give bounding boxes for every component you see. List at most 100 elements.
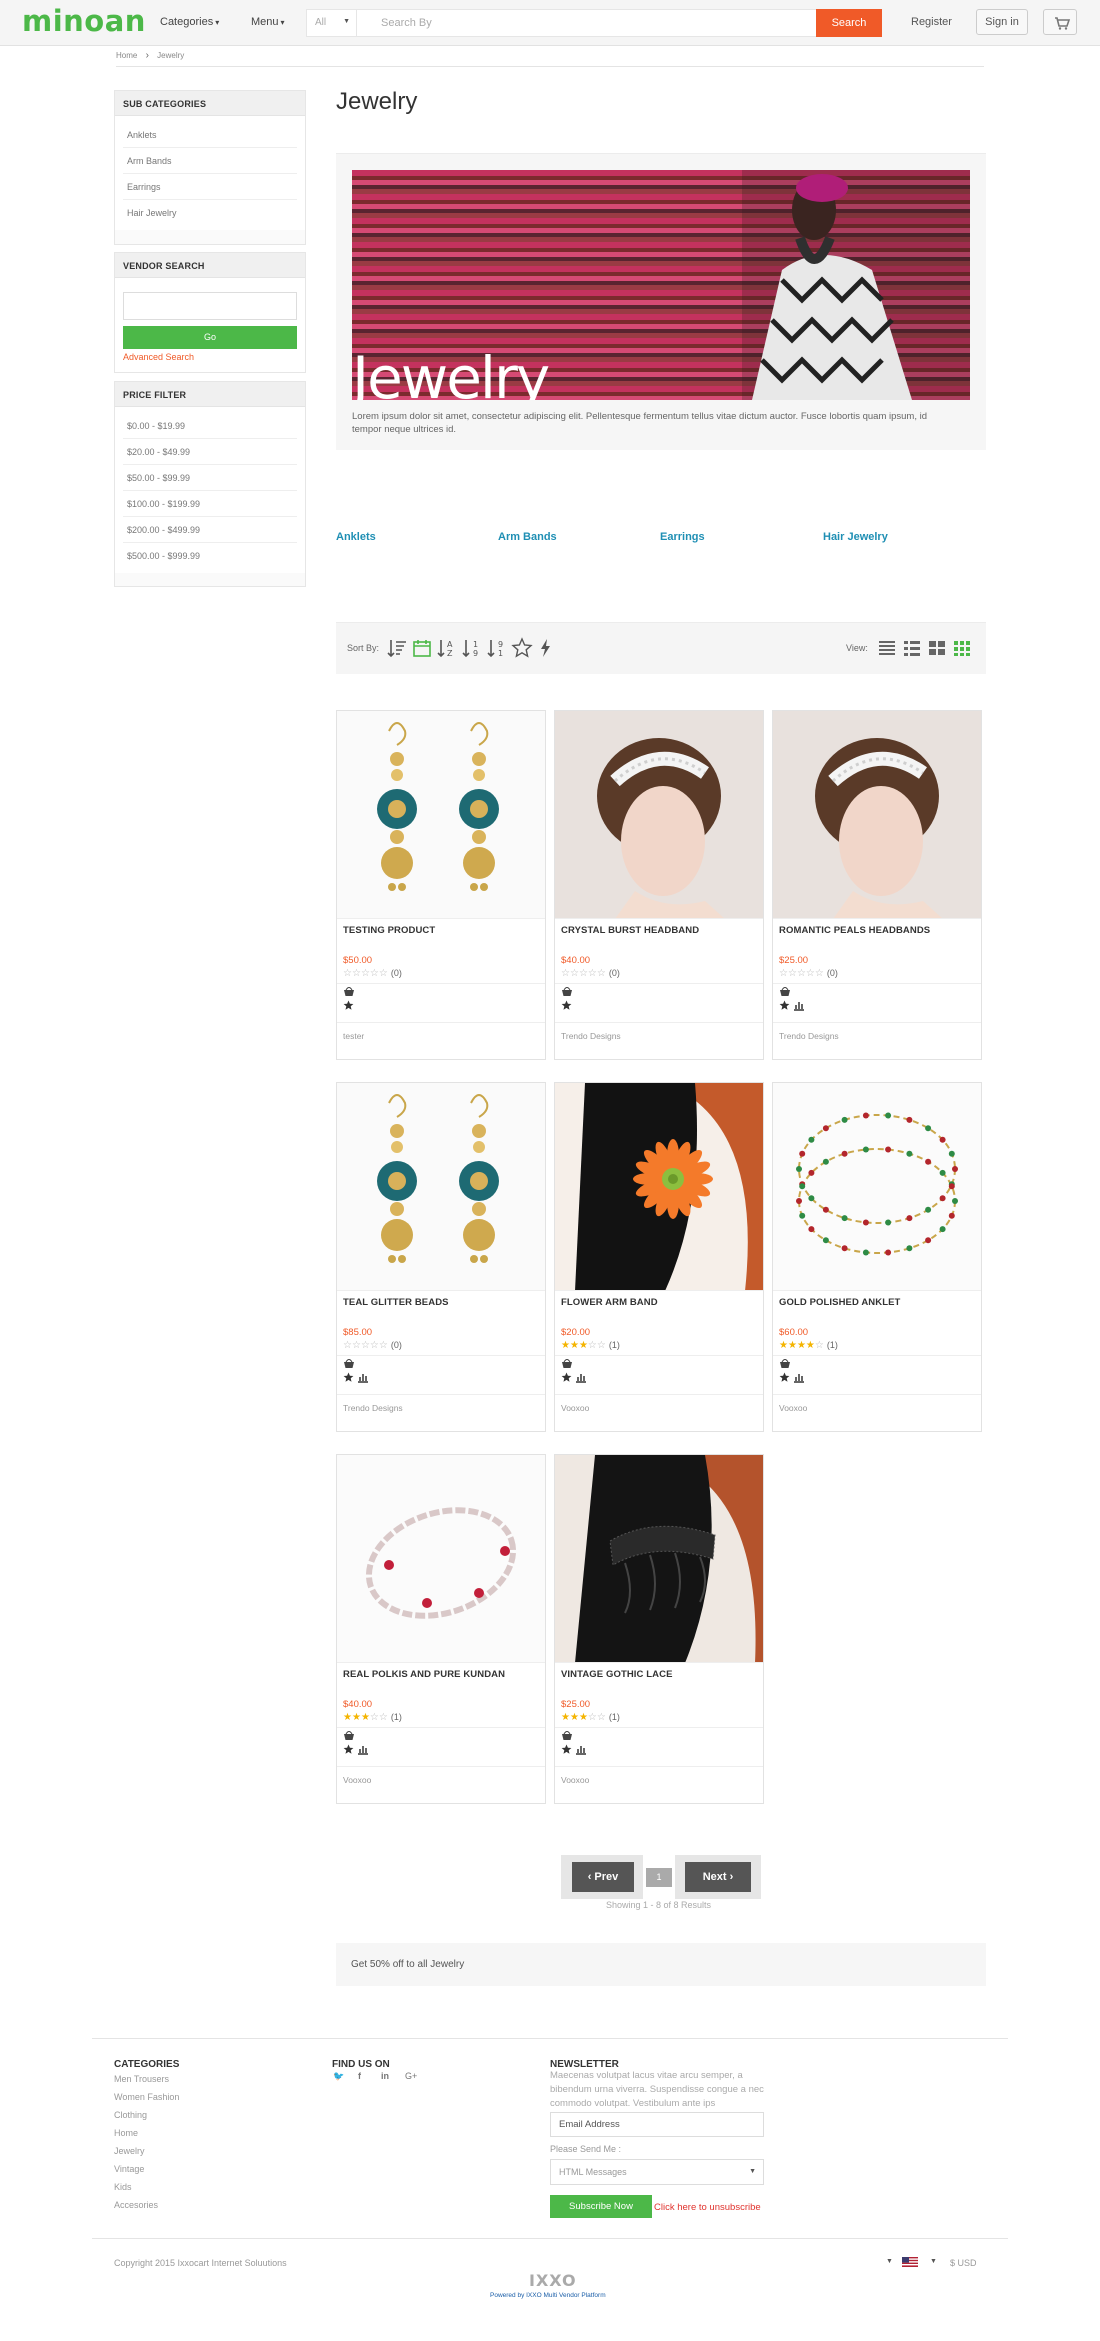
add-to-cart-icon[interactable]	[561, 1730, 573, 1741]
add-to-cart-icon[interactable]	[561, 986, 573, 997]
sign-in-button[interactable]: Sign in	[976, 9, 1028, 35]
unsubscribe-link[interactable]: Click here to unsubscribe	[654, 2202, 761, 2213]
add-to-cart-icon[interactable]	[779, 1358, 791, 1369]
price-filter-item[interactable]: $500.00 - $999.99	[123, 543, 297, 569]
sort-popular-icon[interactable]	[534, 637, 556, 659]
product-name[interactable]: VINTAGE GOTHIC LACE	[561, 1669, 673, 1680]
prev-page-button[interactable]: ‹ Prev	[572, 1862, 634, 1892]
message-format-select[interactable]: HTML Messages ▼	[550, 2159, 764, 2185]
subcategory-link-anklets[interactable]: Anklets	[336, 531, 376, 543]
compare-chart-icon[interactable]	[575, 1372, 587, 1383]
sort-default-icon[interactable]	[386, 637, 408, 659]
wishlist-star-icon[interactable]	[561, 1744, 572, 1755]
subcategory-link-hair-jewelry[interactable]: Hair Jewelry	[823, 531, 888, 543]
wishlist-star-icon[interactable]	[561, 1372, 572, 1383]
product-image[interactable]	[337, 1455, 545, 1663]
vendor-search-input[interactable]	[123, 292, 297, 320]
compare-chart-icon[interactable]	[357, 1744, 369, 1755]
go-button[interactable]: Go	[123, 326, 297, 349]
page-number-1[interactable]: 1	[646, 1868, 672, 1887]
product-name[interactable]: GOLD POLISHED ANKLET	[779, 1297, 900, 1308]
product-image[interactable]	[337, 1083, 545, 1291]
product-name[interactable]: TEAL GLITTER BEADS	[343, 1297, 449, 1308]
site-logo[interactable]: minoan	[22, 4, 146, 38]
product-card[interactable]: TESTING PRODUCT $50.00 ☆☆☆☆☆ (0) tester	[336, 710, 546, 1060]
categories-dropdown[interactable]: Categories ▾	[160, 16, 219, 28]
product-name[interactable]: TESTING PRODUCT	[343, 925, 435, 936]
currency-selector[interactable]: $ USD	[950, 2258, 977, 2268]
breadcrumb-home[interactable]: Home	[116, 50, 137, 62]
compare-chart-icon[interactable]	[575, 1744, 587, 1755]
vendor-name[interactable]: Trendo Designs	[343, 1403, 403, 1413]
price-filter-item[interactable]: $200.00 - $499.99	[123, 517, 297, 543]
product-image[interactable]	[773, 1083, 981, 1291]
view-list-icon[interactable]	[876, 637, 898, 659]
sidebar-item-hair-jewelry[interactable]: Hair Jewelry	[123, 200, 297, 226]
compare-chart-icon[interactable]	[793, 1372, 805, 1383]
product-image[interactable]	[555, 1083, 763, 1291]
wishlist-star-icon[interactable]	[561, 1000, 572, 1011]
price-filter-item[interactable]: $100.00 - $199.99	[123, 491, 297, 517]
wishlist-star-icon[interactable]	[343, 1372, 354, 1383]
add-to-cart-icon[interactable]	[343, 1358, 355, 1369]
language-caret-icon[interactable]: ▼	[886, 2258, 893, 2265]
search-category-select[interactable]: All ▼	[307, 10, 357, 36]
price-filter-item[interactable]: $50.00 - $99.99	[123, 465, 297, 491]
us-flag-icon[interactable]	[902, 2257, 918, 2267]
product-card[interactable]: FLOWER ARM BAND $20.00 ★★★☆☆ (1) Vooxoo	[554, 1082, 764, 1432]
sort-rating-icon[interactable]	[511, 637, 533, 659]
sidebar-item-arm-bands[interactable]: Arm Bands	[123, 148, 297, 174]
product-name[interactable]: FLOWER ARM BAND	[561, 1297, 658, 1308]
sort-numeric-asc-icon[interactable]: 19	[461, 637, 483, 659]
product-image[interactable]	[555, 711, 763, 919]
vendor-name[interactable]: Vooxoo	[561, 1775, 589, 1785]
subcategory-link-earrings[interactable]: Earrings	[660, 531, 705, 543]
search-button[interactable]: Search	[816, 9, 882, 37]
next-page-button[interactable]: Next ›	[685, 1862, 751, 1892]
compare-chart-icon[interactable]	[793, 1000, 805, 1011]
price-filter-item[interactable]: $0.00 - $19.99	[123, 413, 297, 439]
footer-category-link[interactable]: Women Fashion	[114, 2092, 179, 2102]
twitter-icon[interactable]: 🐦	[333, 2071, 344, 2082]
linkedin-icon[interactable]: in	[381, 2071, 389, 2081]
vendor-name[interactable]: Vooxoo	[561, 1403, 589, 1413]
advanced-search-link[interactable]: Advanced Search	[123, 352, 297, 362]
wishlist-star-icon[interactable]	[779, 1000, 790, 1011]
product-card[interactable]: REAL POLKIS AND PURE KUNDAN $40.00 ★★★☆☆ (1…	[336, 1454, 546, 1804]
add-to-cart-icon[interactable]	[343, 1730, 355, 1741]
product-card[interactable]: VINTAGE GOTHIC LACE $25.00 ★★★☆☆ (1) Vooxoo	[554, 1454, 764, 1804]
sort-numeric-desc-icon[interactable]: 91	[486, 637, 508, 659]
currency-caret-icon[interactable]: ▼	[930, 2258, 937, 2265]
add-to-cart-icon[interactable]	[779, 986, 791, 997]
price-filter-item[interactable]: $20.00 - $49.99	[123, 439, 297, 465]
cart-button[interactable]	[1043, 9, 1077, 35]
sort-alpha-icon[interactable]: AZ	[436, 637, 458, 659]
subcategory-link-arm-bands[interactable]: Arm Bands	[498, 531, 557, 543]
view-grid-large-icon[interactable]	[926, 637, 948, 659]
vendor-name[interactable]: Vooxoo	[343, 1775, 371, 1785]
footer-category-link[interactable]: Kids	[114, 2182, 132, 2192]
search-input[interactable]: Search By	[381, 17, 432, 29]
sort-date-icon[interactable]	[411, 637, 433, 659]
product-name[interactable]: REAL POLKIS AND PURE KUNDAN	[343, 1669, 505, 1680]
register-link[interactable]: Register	[911, 16, 952, 28]
wishlist-star-icon[interactable]	[779, 1372, 790, 1383]
footer-category-link[interactable]: Home	[114, 2128, 138, 2138]
vendor-name[interactable]: Trendo Designs	[779, 1031, 839, 1041]
add-to-cart-icon[interactable]	[561, 1358, 573, 1369]
wishlist-star-icon[interactable]	[343, 1744, 354, 1755]
wishlist-star-icon[interactable]	[343, 1000, 354, 1011]
view-detailed-list-icon[interactable]	[901, 637, 923, 659]
vendor-name[interactable]: Trendo Designs	[561, 1031, 621, 1041]
email-field[interactable]: Email Address	[550, 2112, 764, 2137]
footer-category-link[interactable]: Vintage	[114, 2164, 144, 2174]
add-to-cart-icon[interactable]	[343, 986, 355, 997]
product-card[interactable]: ROMANTIC PEALS HEADBANDS $25.00 ☆☆☆☆☆ (0) Tr…	[772, 710, 982, 1060]
product-card[interactable]: TEAL GLITTER BEADS $85.00 ☆☆☆☆☆ (0) Trendo D…	[336, 1082, 546, 1432]
footer-category-link[interactable]: Accesories	[114, 2200, 158, 2210]
footer-category-link[interactable]: Men Trousers	[114, 2074, 169, 2084]
product-name[interactable]: CRYSTAL BURST HEADBAND	[561, 925, 699, 936]
menu-dropdown[interactable]: Menu ▾	[251, 16, 285, 28]
product-image[interactable]	[773, 711, 981, 919]
subscribe-button[interactable]: Subscribe Now	[550, 2195, 652, 2218]
